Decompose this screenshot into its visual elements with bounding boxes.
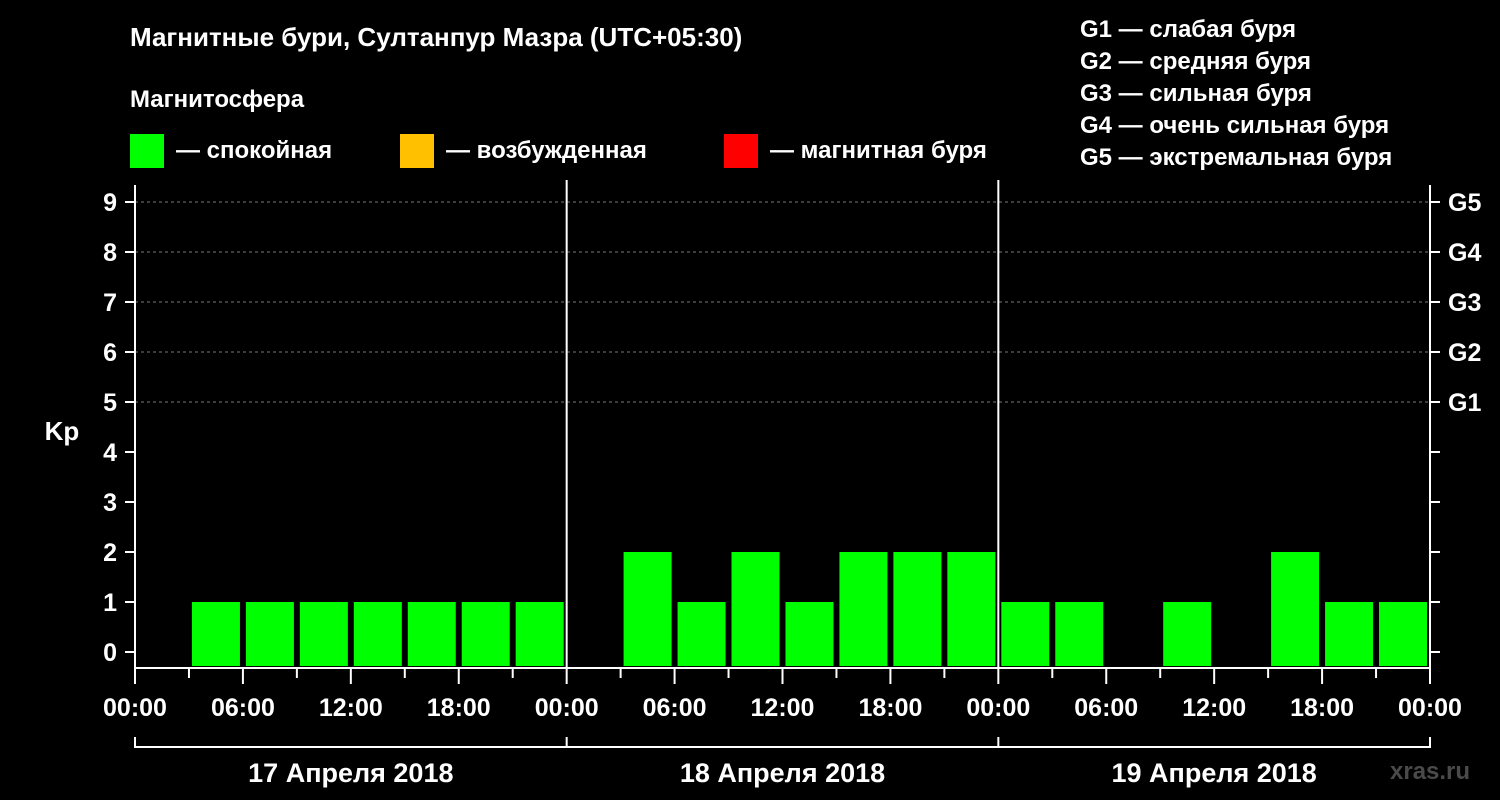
x-tick-label-6: 12:00 [751, 694, 815, 722]
y-tick-label-5: 5 [103, 389, 117, 417]
bar-2 [245, 602, 294, 666]
bar-21 [1271, 552, 1320, 666]
bar-22 [1325, 602, 1374, 666]
y-tick-label-2: 2 [103, 539, 117, 567]
y-axis-title: Kp [45, 416, 80, 446]
bar-4 [353, 602, 402, 666]
x-tick-label-7: 18:00 [858, 694, 922, 722]
x-tick-label-2: 12:00 [319, 694, 383, 722]
g-level-label-5: G5 [1448, 189, 1481, 217]
bar-1 [191, 602, 240, 666]
bar-3 [299, 602, 348, 666]
y-tick-label-1: 1 [103, 589, 117, 617]
day-label-0: 17 Апреля 2018 [248, 758, 453, 788]
bar-15 [947, 552, 996, 666]
x-tick-label-0: 00:00 [103, 694, 167, 722]
y-tick-label-3: 3 [103, 489, 117, 517]
x-tick-label-10: 12:00 [1182, 694, 1246, 722]
bar-13 [839, 552, 888, 666]
bar-12 [785, 602, 834, 666]
g-level-label-4: G4 [1448, 239, 1481, 267]
y-tick-label-7: 7 [103, 289, 117, 317]
g-level-label-3: G3 [1448, 289, 1481, 317]
kp-bar-chart: 0 1 2 3 4 5 6 7 8 9 G1 G2 G3 G4 G5 Kp 00:00 06:00 12:00 18:… [45, 180, 1481, 788]
day-label-2: 19 Апреля 2018 [1112, 758, 1317, 788]
bar-16 [1001, 602, 1050, 666]
g-level-label-2: G2 [1448, 339, 1481, 367]
y-tick-label-6: 6 [103, 339, 117, 367]
bar-19 [1163, 602, 1212, 666]
y-tick-label-9: 9 [103, 189, 117, 217]
bar-10 [677, 602, 726, 666]
y-tick-label-0: 0 [103, 639, 117, 667]
bar-9 [623, 552, 672, 666]
x-tick-label-12: 00:00 [1398, 694, 1462, 722]
bar-7 [515, 602, 564, 666]
y-tick-label-4: 4 [103, 439, 117, 467]
y-tick-label-8: 8 [103, 239, 117, 267]
x-tick-label-8: 00:00 [966, 694, 1030, 722]
day-label-1: 18 Апреля 2018 [680, 758, 885, 788]
bar-11 [731, 552, 780, 666]
watermark: xras.ru [1390, 758, 1471, 785]
x-tick-label-11: 18:00 [1290, 694, 1354, 722]
bar-23 [1379, 602, 1428, 666]
g-level-label-1: G1 [1448, 389, 1481, 417]
x-tick-label-4: 00:00 [535, 694, 599, 722]
bar-6 [461, 602, 510, 666]
x-tick-label-3: 18:00 [427, 694, 491, 722]
bar-14 [893, 552, 942, 666]
x-tick-label-9: 06:00 [1074, 694, 1138, 722]
x-tick-label-1: 06:00 [211, 694, 275, 722]
x-tick-label-5: 06:00 [643, 694, 707, 722]
bar-17 [1055, 602, 1104, 666]
bar-5 [407, 602, 456, 666]
